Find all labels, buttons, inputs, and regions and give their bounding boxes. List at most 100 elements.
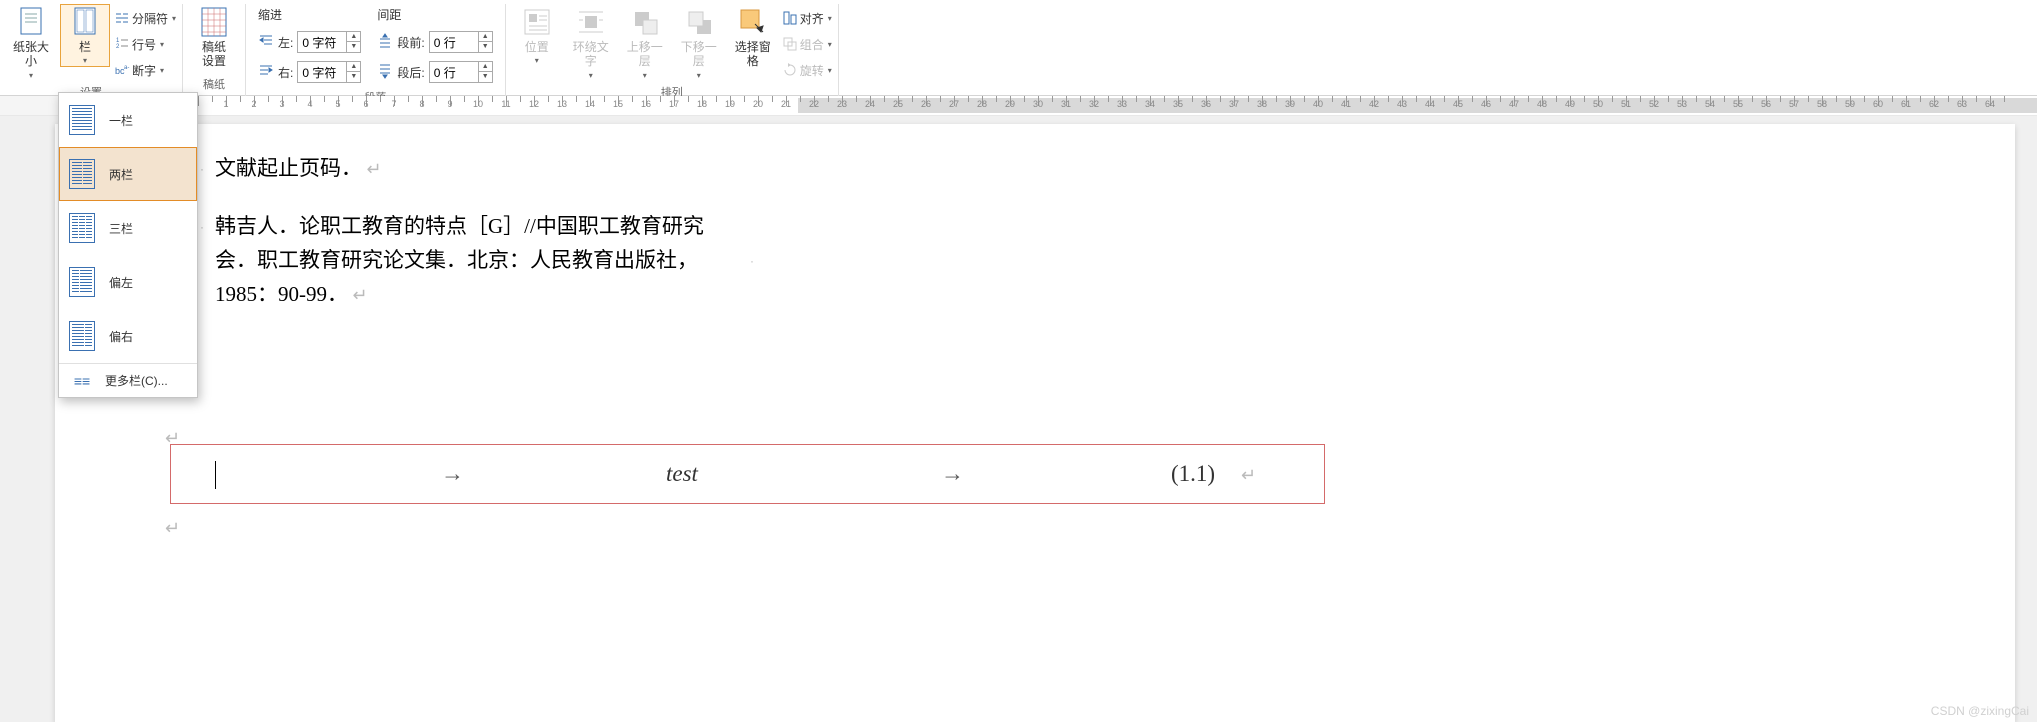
columns-dropdown: 一栏 两栏 三栏 偏左 偏右 ≡≡ 更多栏(C)... [58, 92, 198, 398]
paragraph-text: 1985：90-99． ↵ [215, 278, 368, 312]
columns-right[interactable]: 偏右 [59, 309, 197, 363]
send-backward-label: 下移一层 [676, 40, 722, 69]
align-icon [782, 10, 798, 26]
chevron-down-icon: ▾ [589, 71, 593, 80]
indent-right-field[interactable] [298, 65, 346, 79]
paper-size-label: 纸张大小 [8, 40, 54, 69]
chevron-down-icon: ▾ [83, 56, 87, 65]
spinner[interactable]: ▲▼ [478, 32, 492, 52]
text-wrap-icon [575, 6, 607, 38]
breaks-icon [114, 10, 130, 26]
text-wrap-label: 环绕文 字 [573, 40, 609, 69]
paragraph-text: 文献起止页码． ↵ [215, 152, 382, 186]
align-button[interactable]: 对齐 ▾ [782, 6, 832, 30]
columns-label: 栏 [79, 40, 91, 54]
page: · 文献起止页码． ↵ · 韩吉人．论职工教育的特点［G］//中国职工教育研究 … [55, 124, 2015, 722]
chevron-down-icon: ▾ [643, 71, 647, 80]
indent-left-icon [258, 33, 274, 52]
svg-text:a-: a- [124, 65, 129, 71]
columns-one-label: 一栏 [109, 112, 133, 129]
columns-more-label: 更多栏(C)... [105, 372, 168, 389]
spacing-before-label: 段前: [397, 34, 424, 51]
spacing-title: 间距 [377, 6, 492, 23]
columns-three[interactable]: 三栏 [59, 201, 197, 255]
equation-text: test [666, 461, 698, 487]
position-icon [521, 6, 553, 38]
selection-pane-icon [737, 6, 769, 38]
selection-pane-button[interactable]: 选择窗格 [728, 4, 778, 71]
columns-more[interactable]: ≡≡ 更多栏(C)... [59, 363, 197, 397]
chevron-down-icon: ▾ [828, 66, 832, 75]
spinner[interactable]: ▲▼ [478, 62, 492, 82]
columns-right-label: 偏右 [109, 328, 133, 345]
selection-pane-label: 选择窗格 [730, 40, 776, 69]
document-area: · 文献起止页码． ↵ · 韩吉人．论职工教育的特点［G］//中国职工教育研究 … [0, 116, 2037, 722]
indent-right-input[interactable]: ▲▼ [297, 61, 361, 83]
group-arrange: 位置 ▾ 环绕文 字 ▾ 上移一层 ▾ 下移一层 ▾ 选择窗格 [506, 4, 839, 96]
equation-table[interactable]: → test → (1.1) ↵ [170, 444, 1325, 504]
columns-icon [69, 6, 101, 38]
group-objects-button: 组合 ▾ [782, 32, 832, 56]
spacing-before-input[interactable]: ▲▼ [429, 31, 493, 53]
breaks-button[interactable]: 分隔符 ▾ [114, 6, 176, 30]
hyphenation-icon: bca- [114, 62, 130, 78]
spinner[interactable]: ▲▼ [346, 32, 360, 52]
draft-settings-button[interactable]: 稿纸 设置 [189, 4, 239, 71]
spacing-after-input[interactable]: ▲▼ [429, 61, 493, 83]
indent-right-row: 右: ▲▼ [258, 59, 361, 85]
bring-forward-button: 上移一层 ▾ [620, 4, 670, 82]
group-settings: 纸张大小 ▾ 栏 ▾ 分隔符 ▾ 12 行号 ▾ [0, 4, 183, 96]
equation-number: (1.1) [1171, 461, 1215, 487]
ruler: 1234567891011121314151617181920212223242… [0, 96, 2037, 116]
text-wrap-button: 环绕文 字 ▾ [566, 4, 616, 82]
bring-forward-label: 上移一层 [622, 40, 668, 69]
indent-right-label: 右: [278, 64, 293, 81]
bring-forward-icon [629, 6, 661, 38]
indent-left-field[interactable] [298, 35, 346, 49]
position-label: 位置 [525, 40, 549, 54]
draft-label: 稿纸 设置 [202, 40, 226, 69]
rotate-button: 旋转 ▾ [782, 58, 832, 82]
rotate-icon [782, 62, 798, 78]
spacing-before-row: 段前: ▲▼ [377, 29, 492, 55]
indent-left-input[interactable]: ▲▼ [297, 31, 361, 53]
line-numbers-button[interactable]: 12 行号 ▾ [114, 32, 176, 56]
spinner[interactable]: ▲▼ [346, 62, 360, 82]
columns-one[interactable]: 一栏 [59, 93, 197, 147]
line-numbers-icon: 12 [114, 36, 130, 52]
watermark: CSDN @zixingCai [1931, 704, 2029, 718]
chevron-down-icon: ▾ [172, 14, 176, 23]
columns-three-label: 三栏 [109, 220, 133, 237]
paper-size-button[interactable]: 纸张大小 ▾ [6, 4, 56, 82]
paper-size-icon [15, 6, 47, 38]
send-backward-icon [683, 6, 715, 38]
chevron-down-icon: ▾ [160, 66, 164, 75]
chevron-down-icon: ▾ [160, 40, 164, 49]
spacing-before-field[interactable] [430, 35, 478, 49]
rotate-label: 旋转 [800, 62, 824, 79]
send-backward-button: 下移一层 ▾ [674, 4, 724, 82]
group-objects-label: 组合 [800, 36, 824, 53]
tab-mark: → [941, 461, 964, 487]
columns-left[interactable]: 偏左 [59, 255, 197, 309]
indent-left-row: 左: ▲▼ [258, 29, 361, 55]
hyphenation-button[interactable]: bca- 断字 ▾ [114, 58, 176, 82]
position-button: 位置 ▾ [512, 4, 562, 67]
tab-mark: → [441, 461, 464, 487]
chevron-down-icon: ▾ [828, 14, 832, 23]
paragraph-text: 韩吉人．论职工教育的特点［G］//中国职工教育研究 [215, 210, 704, 244]
indent-left-label: 左: [278, 34, 293, 51]
spacing-after-label: 段后: [397, 64, 424, 81]
group-paragraph: 缩进 左: ▲▼ 右: ▲▼ 间距 段前: ▲▼ [246, 4, 506, 96]
spacing-after-field[interactable] [430, 65, 478, 79]
text-cursor [215, 461, 216, 489]
breaks-label: 分隔符 [132, 10, 168, 27]
columns-button[interactable]: 栏 ▾ [60, 4, 110, 67]
columns-two[interactable]: 两栏 [59, 147, 197, 201]
spacing-before-icon [377, 33, 393, 52]
group-icon [782, 36, 798, 52]
columns-left-label: 偏左 [109, 274, 133, 291]
line-numbers-label: 行号 [132, 36, 156, 53]
spacing-after-icon [377, 63, 393, 82]
columns-two-label: 两栏 [109, 166, 133, 183]
